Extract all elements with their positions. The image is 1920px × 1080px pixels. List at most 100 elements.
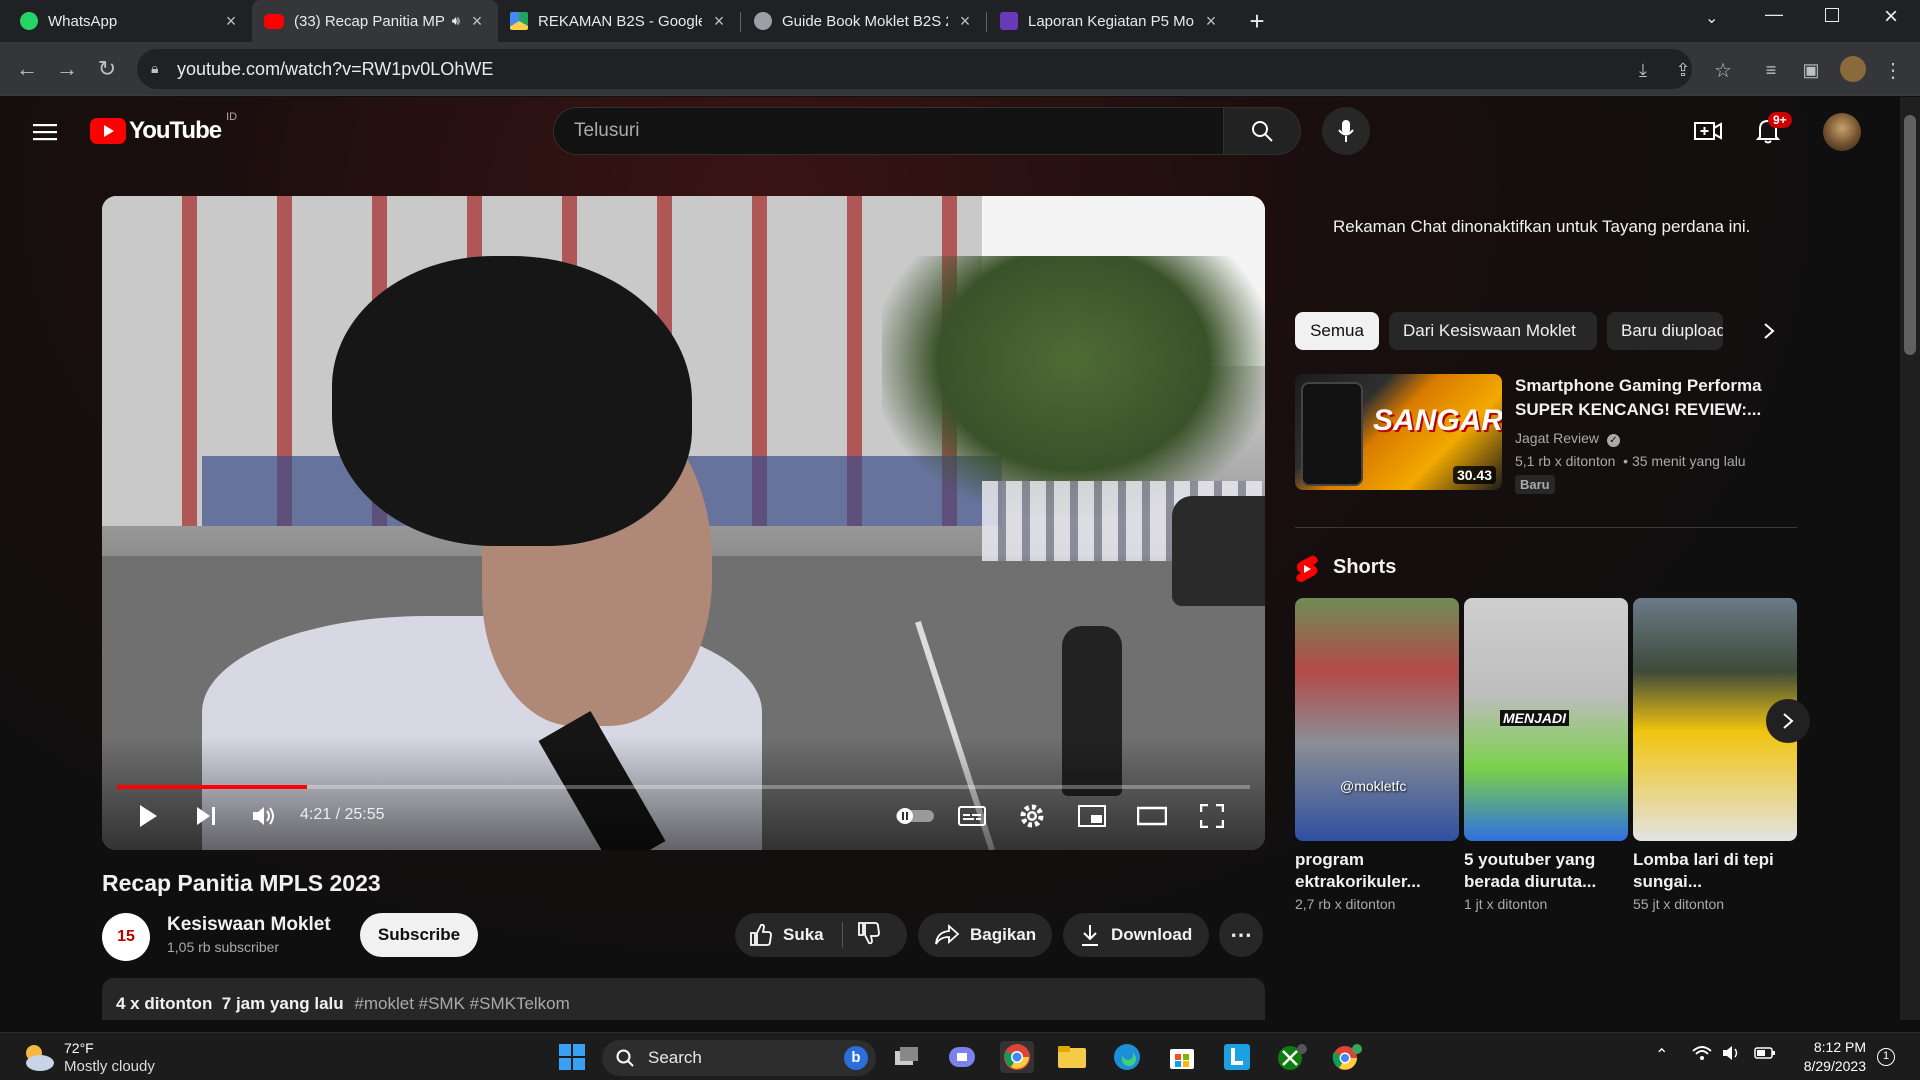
- tab-google-drive[interactable]: REKAMAN B2S - Google Drive ×: [498, 0, 740, 42]
- install-app-icon[interactable]: ⤓: [1626, 53, 1660, 87]
- download-button[interactable]: Download: [1063, 913, 1209, 957]
- bookmark-star-icon[interactable]: ☆: [1706, 53, 1740, 87]
- hidden-icons-chevron-icon[interactable]: ⌃: [1655, 1045, 1668, 1065]
- short-thumbnail-2[interactable]: MENJADI: [1464, 598, 1628, 841]
- youtube-logo[interactable]: YouTube ID: [90, 111, 237, 145]
- recommended-channel[interactable]: Jagat Review ✓: [1515, 430, 1620, 447]
- voice-search-button[interactable]: [1322, 107, 1370, 155]
- url-field[interactable]: 🔒︎ youtube.com/watch?v=RW1pv0LOhWE: [137, 49, 1692, 89]
- share-icon[interactable]: ⇪: [1666, 53, 1700, 87]
- speaker-icon[interactable]: [1722, 1045, 1742, 1066]
- restore-icon[interactable]: [1825, 8, 1839, 22]
- channel-name[interactable]: Kesiswaan Moklet: [167, 914, 331, 936]
- autoplay-toggle[interactable]: [894, 798, 936, 834]
- chip-recently-uploaded[interactable]: Baru diupload: [1607, 312, 1723, 350]
- taskbar-search-box[interactable]: Search b: [602, 1040, 876, 1076]
- tab-whatsapp[interactable]: WhatsApp ×: [8, 0, 252, 42]
- fullscreen-button[interactable]: [1194, 798, 1230, 834]
- description-box[interactable]: 4 x ditonton 7 jam yang lalu #moklet #SM…: [102, 978, 1265, 1020]
- page-scrollbar[interactable]: [1900, 97, 1920, 1020]
- shorts-next-button[interactable]: [1766, 699, 1810, 743]
- clock-time[interactable]: 8:12 PM: [1786, 1039, 1866, 1055]
- gear-icon: [1020, 804, 1044, 828]
- recommended-thumbnail[interactable]: SANGAR! 30.43: [1295, 374, 1502, 490]
- short-thumbnail-1[interactable]: @mokletfc: [1295, 598, 1459, 841]
- recommended-channel-name: Jagat Review: [1515, 430, 1600, 446]
- line-app-icon[interactable]: [1220, 1041, 1254, 1073]
- chrome-profile-taskbar-icon[interactable]: [1330, 1041, 1364, 1073]
- search-placeholder: Telusuri: [574, 120, 640, 141]
- play-button[interactable]: [130, 798, 166, 834]
- tab-separator: [740, 12, 741, 32]
- autoplay-toggle-icon: [896, 808, 934, 824]
- more-actions-button[interactable]: ⋯: [1219, 913, 1263, 957]
- weather-description[interactable]: Mostly cloudy: [64, 1058, 155, 1075]
- create-button[interactable]: [1690, 113, 1726, 149]
- subtitles-button[interactable]: [954, 798, 990, 834]
- close-tab-icon[interactable]: ×: [468, 11, 486, 32]
- media-control-icon[interactable]: ≡: [1754, 53, 1788, 87]
- tab-audio-icon[interactable]: 🔊︎: [452, 13, 460, 29]
- dislike-button[interactable]: [857, 921, 891, 950]
- search-input[interactable]: Telusuri: [553, 107, 1224, 155]
- xbox-icon[interactable]: [1275, 1041, 1309, 1073]
- theater-mode-button[interactable]: [1134, 798, 1170, 834]
- recommended-title[interactable]: Smartphone Gaming Performa SUPER KENCANG…: [1515, 374, 1775, 422]
- hashtags[interactable]: #moklet #SMK #SMKTelkom: [354, 994, 569, 1013]
- microsoft-store-icon[interactable]: [1165, 1041, 1199, 1073]
- weather-cloud-icon[interactable]: [20, 1041, 56, 1073]
- close-window-icon[interactable]: ×: [1884, 3, 1898, 31]
- close-tab-icon[interactable]: ×: [222, 11, 240, 32]
- clock-date[interactable]: 8/29/2023: [1786, 1058, 1866, 1074]
- task-view-icon[interactable]: [890, 1041, 924, 1073]
- hamburger-menu-icon[interactable]: [28, 115, 62, 149]
- close-tab-icon[interactable]: ×: [1202, 11, 1220, 32]
- miniplayer-button[interactable]: [1074, 798, 1110, 834]
- short-title[interactable]: program ektrakorikuler...: [1295, 849, 1455, 893]
- reload-icon[interactable]: ↻: [90, 52, 124, 86]
- tab-laporan[interactable]: Laporan Kegiatan P5 Moklet B2S ×: [988, 0, 1232, 42]
- section-divider: [1295, 527, 1797, 528]
- chrome-taskbar-icon[interactable]: [1000, 1041, 1034, 1073]
- like-dislike-group: Suka: [735, 913, 907, 957]
- search-button[interactable]: [1223, 107, 1301, 155]
- video-player[interactable]: 4:21 / 25:55: [102, 196, 1265, 850]
- subscribe-button[interactable]: Subscribe: [360, 913, 478, 957]
- video-duration: 30.43: [1452, 466, 1496, 484]
- back-arrow-icon[interactable]: ←: [10, 52, 44, 86]
- next-button[interactable]: [188, 798, 224, 834]
- volume-button[interactable]: [246, 798, 282, 834]
- close-tab-icon[interactable]: ×: [956, 11, 974, 32]
- notification-center-icon[interactable]: 1: [1877, 1048, 1895, 1066]
- short-title[interactable]: Lomba lari di tepi sungai...: [1633, 849, 1793, 893]
- like-button[interactable]: Suka: [749, 923, 824, 947]
- tab-search-chevron-icon[interactable]: ⌄: [1705, 8, 1718, 28]
- scrollbar-thumb[interactable]: [1904, 115, 1916, 355]
- battery-icon[interactable]: [1754, 1046, 1776, 1065]
- weather-temperature[interactable]: 72°F: [64, 1040, 94, 1056]
- short-title[interactable]: 5 youtuber yang berada diuruta...: [1464, 849, 1624, 893]
- chip-all[interactable]: Semua: [1295, 312, 1379, 350]
- bing-icon[interactable]: b: [844, 1046, 868, 1070]
- windows-start-icon[interactable]: [555, 1041, 589, 1073]
- settings-button[interactable]: [1014, 798, 1050, 834]
- wifi-icon[interactable]: [1692, 1045, 1712, 1066]
- share-button[interactable]: Bagikan: [918, 913, 1052, 957]
- close-tab-icon[interactable]: ×: [710, 11, 728, 32]
- progress-bar[interactable]: [117, 785, 1250, 789]
- side-panel-icon[interactable]: ▣: [1794, 53, 1828, 87]
- tab-guide-book[interactable]: Guide Book Moklet B2S 2023 - R ×: [742, 0, 986, 42]
- edge-icon[interactable]: [1110, 1041, 1144, 1073]
- chip-from-channel[interactable]: Dari Kesiswaan Moklet: [1389, 312, 1597, 350]
- profile-avatar[interactable]: [1840, 56, 1866, 82]
- file-explorer-icon[interactable]: [1055, 1041, 1089, 1073]
- teams-chat-icon[interactable]: [945, 1041, 979, 1073]
- account-avatar[interactable]: [1823, 113, 1861, 151]
- new-tab-icon[interactable]: +: [1242, 6, 1272, 36]
- channel-avatar[interactable]: 15: [102, 913, 150, 961]
- chips-next-button[interactable]: [1752, 314, 1786, 348]
- minimize-icon[interactable]: —: [1765, 4, 1783, 25]
- forward-arrow-icon[interactable]: →: [50, 52, 84, 86]
- chrome-menu-icon[interactable]: ⋮: [1876, 53, 1910, 87]
- tab-youtube[interactable]: (33) Recap Panitia MPLS 2023 🔊︎ ×: [252, 0, 498, 42]
